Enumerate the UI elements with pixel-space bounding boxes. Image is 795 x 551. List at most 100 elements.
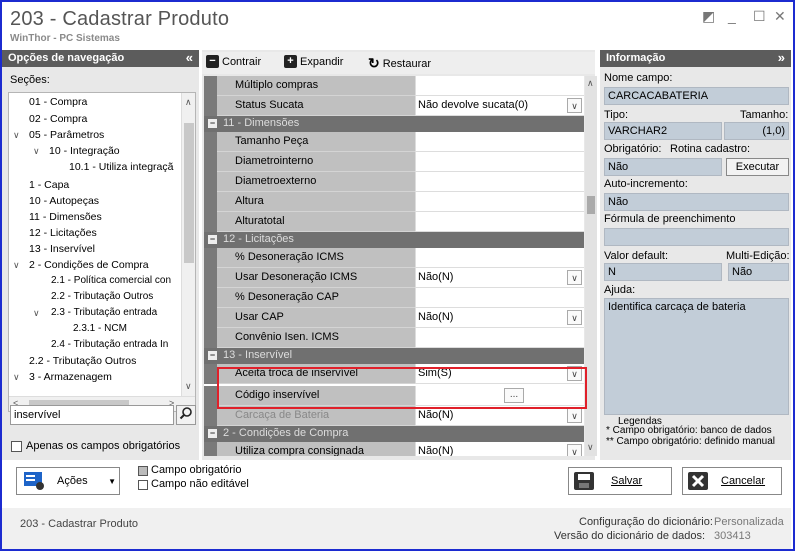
required-legend-swatch (138, 466, 148, 476)
scrollbar-thumb[interactable] (587, 196, 595, 214)
expand-panel-icon[interactable]: » (778, 50, 785, 65)
expand-chevron-icon[interactable]: ∨ (13, 260, 20, 271)
maximize-button[interactable]: ☐ (753, 8, 766, 25)
row-name: % Desoneração CAP (217, 288, 415, 308)
category-header[interactable]: −11 - Dimensões (204, 116, 584, 132)
version-label: Versão do dicionário de dados: (554, 530, 706, 542)
save-button[interactable]: Salvar (568, 467, 672, 495)
grid-row[interactable]: Convênio Isen. ICMS (204, 328, 584, 348)
row-value-text: Não(N) (418, 271, 454, 283)
grid-row[interactable]: % Desoneração CAP (204, 288, 584, 308)
tree-item[interactable]: 10 - Autopeças (29, 195, 99, 207)
collapse-panel-icon[interactable]: « (186, 50, 193, 65)
collapse-category-icon[interactable]: − (208, 119, 217, 128)
row-value[interactable] (415, 248, 584, 268)
tree-item[interactable]: 02 - Compra (29, 113, 87, 125)
tree-item[interactable]: 11 - Dimensões (29, 211, 102, 223)
row-gutter (204, 172, 217, 192)
dropdown-chevron-icon[interactable]: ∨ (567, 98, 582, 113)
dropdown-chevron-icon[interactable]: ∨ (567, 270, 582, 285)
grid-row[interactable]: Utiliza compra consignada Não(N) ∨ (204, 442, 584, 456)
close-button[interactable]: ✕ (774, 8, 786, 25)
tree-item[interactable]: 3 - Armazenagem (29, 371, 112, 383)
row-value[interactable] (415, 328, 584, 348)
config-value: Personalizada (714, 516, 784, 528)
scroll-up-icon[interactable]: ∧ (587, 78, 594, 89)
dropdown-chevron-icon[interactable]: ∨ (567, 408, 582, 423)
cancel-button[interactable]: Cancelar (682, 467, 782, 495)
row-value[interactable]: Não devolve sucata(0) ∨ (415, 96, 584, 116)
refresh-icon: ↻ (368, 55, 380, 71)
tree-item[interactable]: 01 - Compra (29, 96, 87, 108)
row-value[interactable] (415, 76, 584, 96)
grid-row[interactable]: Usar Desoneração ICMS Não(N) ∨ (204, 268, 584, 288)
collapse-button[interactable]: − Contrair (206, 55, 261, 68)
grid-row[interactable]: Alturatotal (204, 212, 584, 232)
tree-item[interactable]: 10.1 - Utiliza integraçã (69, 161, 173, 173)
expand-chevron-icon[interactable]: ∨ (13, 372, 20, 383)
scroll-up-icon[interactable]: ∧ (185, 97, 192, 108)
tree-item[interactable]: 1 - Capa (29, 179, 69, 191)
tree-item[interactable]: 2.3.1 - NCM (73, 323, 127, 334)
row-value[interactable] (415, 132, 584, 152)
row-value[interactable] (415, 212, 584, 232)
tree-item[interactable]: 05 - Parâmetros (29, 129, 104, 141)
tree-vertical-scrollbar[interactable]: ∧ ∨ (181, 93, 195, 396)
sections-tree[interactable]: 01 - Compra 02 - Compra ∨ 05 - Parâmetro… (8, 92, 196, 412)
expand-chevron-icon[interactable]: ∨ (33, 146, 40, 157)
row-value[interactable] (415, 152, 584, 172)
tree-item[interactable]: 2.2 - Tributação Outros (29, 355, 136, 367)
grid-row[interactable]: Múltiplo compras (204, 76, 584, 96)
dropdown-chevron-icon[interactable]: ∨ (567, 310, 582, 325)
grid-row[interactable]: % Desoneração ICMS (204, 248, 584, 268)
collapse-category-icon[interactable]: − (208, 351, 217, 360)
dropdown-chevron-icon[interactable]: ∨ (567, 444, 582, 456)
grid-row[interactable]: Diametroexterno (204, 172, 584, 192)
tree-item[interactable]: 10 - Integração (49, 145, 120, 157)
execute-button[interactable]: Executar (726, 158, 789, 176)
plus-icon: + (284, 55, 297, 68)
category-header[interactable]: −13 - Inservível (204, 348, 584, 364)
expand-button[interactable]: + Expandir (284, 55, 343, 68)
expand-chevron-icon[interactable]: ∨ (33, 308, 40, 319)
tree-item[interactable]: 2 - Condições de Compra (29, 259, 149, 271)
grid-row[interactable]: Usar CAP Não(N) ∨ (204, 308, 584, 328)
row-value[interactable] (415, 172, 584, 192)
row-value[interactable]: Não(N) ∨ (415, 268, 584, 288)
tree-item[interactable]: 12 - Licitações (29, 227, 97, 239)
grid-toolbar: − Contrair + Expandir ↻ Restaurar (202, 52, 595, 74)
row-value[interactable] (415, 288, 584, 308)
collapse-category-icon[interactable]: − (208, 429, 217, 438)
actions-button[interactable]: Ações ▼ (16, 467, 120, 495)
tree-item[interactable]: 2.3 - Tributação entrada (51, 307, 157, 318)
grid-row[interactable]: Tamanho Peça (204, 132, 584, 152)
default-value: N (604, 263, 722, 281)
row-value[interactable]: Não(N) ∨ (415, 442, 584, 456)
scroll-down-icon[interactable]: ∨ (587, 442, 594, 453)
search-button[interactable] (176, 405, 196, 425)
row-value[interactable] (415, 192, 584, 212)
collapse-category-icon[interactable]: − (208, 235, 217, 244)
grid-row[interactable]: Diametrointerno (204, 152, 584, 172)
restore-button[interactable]: ↻ Restaurar (368, 55, 431, 72)
tree-item[interactable]: 13 - Inservível (29, 243, 95, 255)
scrollbar-thumb[interactable] (184, 123, 194, 263)
minimize-button[interactable]: _ (728, 8, 736, 24)
only-required-checkbox[interactable] (11, 441, 22, 452)
row-value[interactable]: Não(N) ∨ (415, 406, 584, 426)
row-value[interactable]: Não(N) ∨ (415, 308, 584, 328)
grid-row[interactable]: Altura (204, 192, 584, 212)
tree-item[interactable]: 2.4 - Tributação entrada In (51, 339, 168, 350)
tree-item[interactable]: 2.2 - Tributação Outros (51, 291, 153, 302)
category-header[interactable]: −2 - Condições de Compra (204, 426, 584, 442)
expand-chevron-icon[interactable]: ∨ (13, 130, 20, 141)
grid-row[interactable]: Carcaça de Bateria Não(N) ∨ (204, 406, 584, 426)
tree-item[interactable]: 2.1 - Política comercial con (51, 275, 171, 286)
scroll-down-icon[interactable]: ∨ (185, 381, 192, 392)
category-header[interactable]: −12 - Licitações (204, 232, 584, 248)
dropdown-arrow-icon[interactable]: ▼ (108, 477, 116, 486)
search-input[interactable]: inservível (10, 405, 174, 425)
grid-row[interactable]: Status Sucata Não devolve sucata(0) ∨ (204, 96, 584, 116)
autoincrement-label: Auto-incremento: (604, 178, 688, 190)
restore-icon[interactable]: ◩ (702, 8, 715, 25)
